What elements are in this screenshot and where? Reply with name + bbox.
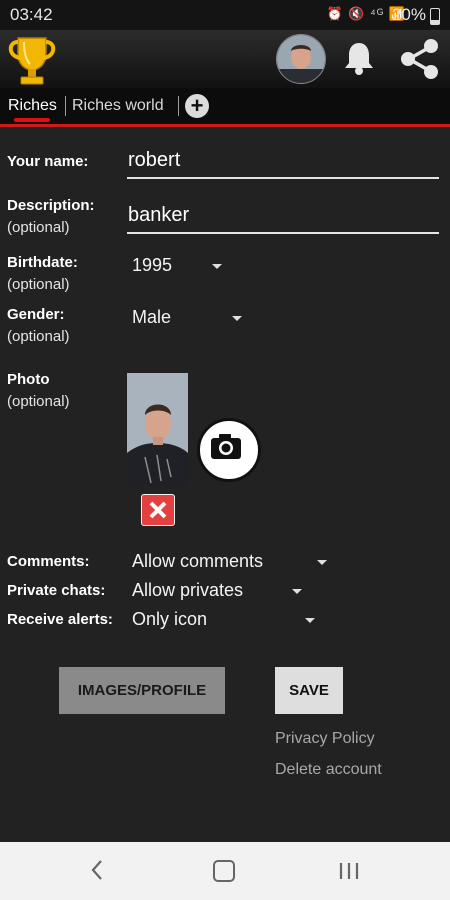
name-label: Your name: (7, 153, 89, 170)
birthdate-dropdown[interactable]: 1995 (132, 255, 227, 279)
status-bar: 03:42 ⏰ 🔇 ⁴ᴳ 📶 20% (0, 0, 450, 30)
chevron-down-icon (317, 560, 327, 565)
gender-label-text: Gender: (7, 306, 65, 323)
description-field[interactable]: banker (127, 200, 439, 234)
private-chats-value: Allow privates (132, 580, 244, 600)
delete-account-link[interactable]: Delete account (275, 761, 382, 779)
comments-value: Allow comments (132, 551, 264, 571)
profile-photo[interactable] (127, 373, 188, 487)
receive-alerts-value: Only icon (132, 609, 208, 629)
battery-icon (430, 8, 440, 25)
gender-optional: (optional) (7, 328, 70, 345)
add-tab-button[interactable]: + (185, 94, 209, 118)
battery-percentage: 20% (391, 5, 426, 24)
private-chats-label: Private chats: (7, 582, 106, 599)
receive-alerts-dropdown[interactable]: Only icon (132, 609, 320, 633)
chevron-down-icon (305, 618, 315, 623)
camera-button[interactable] (197, 418, 261, 482)
tab-divider (65, 96, 66, 116)
tab-bar: Riches Riches world + (0, 88, 450, 127)
share-icon[interactable] (398, 38, 440, 85)
home-icon[interactable] (213, 860, 235, 882)
birthdate-label-text: Birthdate: (7, 254, 78, 271)
trophy-icon[interactable] (4, 32, 60, 93)
birthdate-optional: (optional) (7, 276, 70, 293)
chevron-down-icon (292, 589, 302, 594)
tab-riches[interactable]: Riches (8, 97, 57, 115)
description-optional: (optional) (7, 219, 70, 236)
bell-icon[interactable] (342, 40, 376, 81)
delete-photo-button[interactable] (141, 494, 175, 526)
gender-label: Gender: (optional) (7, 304, 70, 348)
recents-icon[interactable] (338, 861, 360, 886)
back-icon[interactable] (88, 858, 106, 887)
app-bar (0, 30, 450, 88)
comments-label: Comments: (7, 553, 90, 570)
status-time: 03:42 (10, 5, 53, 24)
gender-dropdown[interactable]: Male (132, 307, 247, 331)
comments-dropdown[interactable]: Allow comments (132, 551, 332, 575)
photo-optional: (optional) (7, 393, 70, 410)
chevron-down-icon (212, 264, 222, 269)
system-nav-bar (0, 842, 450, 900)
tab-riches-world[interactable]: Riches world (72, 97, 164, 115)
gender-value: Male (132, 307, 172, 327)
tab-divider (178, 96, 179, 116)
receive-alerts-label: Receive alerts: (7, 611, 113, 628)
description-label-text: Description: (7, 197, 95, 214)
profile-avatar[interactable] (276, 34, 326, 84)
birthdate-label: Birthdate: (optional) (7, 252, 78, 296)
save-button[interactable]: SAVE (275, 667, 343, 714)
name-field[interactable]: robert (127, 145, 439, 179)
chevron-down-icon (232, 316, 242, 321)
images-profile-button[interactable]: IMAGES/PROFILE (59, 667, 225, 714)
birthdate-value: 1995 (132, 255, 173, 275)
private-chats-dropdown[interactable]: Allow privates (132, 580, 307, 604)
selected-tab-indicator (14, 118, 50, 122)
profile-form: Your name: robert Description: (optional… (0, 127, 450, 842)
description-label: Description: (optional) (7, 195, 95, 239)
photo-label: Photo (optional) (7, 369, 70, 413)
privacy-policy-link[interactable]: Privacy Policy (275, 730, 375, 748)
photo-label-text: Photo (7, 371, 50, 388)
